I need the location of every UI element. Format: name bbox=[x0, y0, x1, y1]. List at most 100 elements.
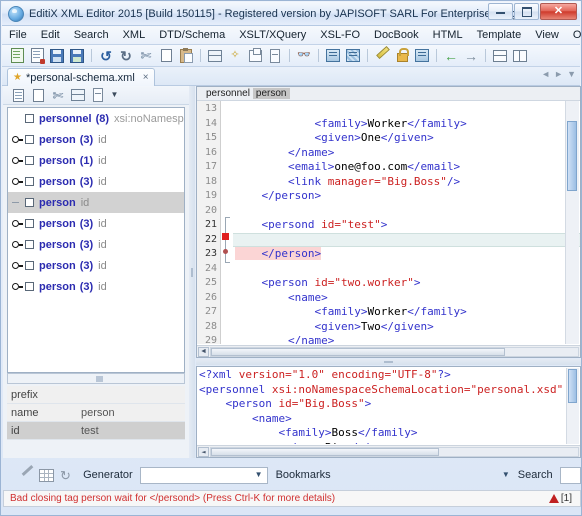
new-document-icon[interactable] bbox=[8, 47, 26, 65]
code-line[interactable]: <family>Worker</family> bbox=[233, 305, 580, 320]
xml-source-editor[interactable]: personnel person 13 14 15 16 17 18 19 20… bbox=[196, 86, 581, 358]
tab-close-icon[interactable]: × bbox=[143, 73, 149, 83]
tree-expand-handle[interactable] bbox=[12, 281, 23, 292]
tab-personal-schema-xml[interactable]: ★ *personal-schema.xml × bbox=[7, 68, 155, 86]
split-horizontal-icon[interactable] bbox=[491, 47, 509, 65]
error-marker-dot[interactable] bbox=[223, 249, 228, 254]
table-row[interactable]: name person bbox=[7, 404, 185, 422]
check-wellformed-icon[interactable] bbox=[206, 47, 224, 65]
tree-node-person[interactable]: person (3) id bbox=[8, 213, 184, 234]
tree-node-person[interactable]: person (3) id bbox=[8, 171, 184, 192]
template-icon[interactable] bbox=[413, 47, 431, 65]
code-line[interactable] bbox=[233, 262, 580, 277]
forward-arrow-icon[interactable]: → bbox=[462, 47, 480, 65]
attribute-value[interactable]: person bbox=[81, 407, 185, 419]
error-marker-square[interactable] bbox=[222, 233, 229, 240]
paste-node-icon[interactable] bbox=[69, 87, 87, 104]
horizontal-splitter[interactable] bbox=[196, 359, 581, 365]
menu-view[interactable]: View bbox=[528, 27, 566, 43]
menu-xml[interactable]: XML bbox=[116, 27, 153, 43]
undo-icon[interactable]: ↺ bbox=[97, 47, 115, 65]
split-vertical-icon[interactable] bbox=[511, 47, 529, 65]
scrollbar-track[interactable] bbox=[210, 347, 579, 357]
grid-view-icon[interactable] bbox=[344, 47, 362, 65]
maximize-button[interactable] bbox=[514, 3, 539, 20]
scrollbar-thumb[interactable] bbox=[567, 121, 577, 191]
pencil-icon[interactable] bbox=[17, 465, 36, 485]
search-input[interactable] bbox=[560, 467, 581, 484]
tab-scroll-right-icon[interactable]: ► bbox=[554, 70, 563, 79]
validate-icon[interactable]: ✧ bbox=[226, 47, 244, 65]
tree-expand-handle[interactable] bbox=[12, 218, 23, 229]
status-error-indicator[interactable]: [1] bbox=[549, 493, 572, 504]
pencil-icon[interactable] bbox=[373, 47, 391, 65]
tree-node-person[interactable]: person (3) id bbox=[8, 129, 184, 150]
code-line[interactable] bbox=[233, 102, 580, 117]
collapse-node-icon[interactable] bbox=[266, 47, 284, 65]
code-line[interactable] bbox=[233, 204, 580, 219]
preview-vertical-scrollbar[interactable] bbox=[566, 368, 579, 444]
code-line[interactable]: <family>Worker</family> bbox=[233, 117, 580, 132]
scroll-left-icon[interactable]: ◄ bbox=[198, 347, 209, 357]
menu-file[interactable]: File bbox=[2, 27, 34, 43]
lock-icon[interactable] bbox=[393, 47, 411, 65]
code-area[interactable]: 13 14 15 16 17 18 19 20 21 22 23 24 25 2… bbox=[197, 101, 580, 344]
menu-options[interactable]: Options bbox=[566, 27, 582, 43]
menu-template[interactable]: Template bbox=[470, 27, 529, 43]
code-line[interactable]: <given>One</given> bbox=[233, 131, 580, 146]
scrollbar-track[interactable] bbox=[210, 447, 579, 457]
refresh-icon[interactable]: ↻ bbox=[56, 465, 75, 485]
tree-expand-handle[interactable] bbox=[12, 134, 23, 145]
code-line-current[interactable] bbox=[233, 233, 580, 248]
back-arrow-icon[interactable]: ← bbox=[442, 47, 460, 65]
tree-expand-handle[interactable] bbox=[12, 239, 23, 250]
cut-node-icon[interactable]: ✄ bbox=[49, 87, 67, 104]
code-line[interactable]: <given>Two</given> bbox=[233, 320, 580, 335]
tab-scroll-left-icon[interactable]: ◄ bbox=[541, 70, 550, 79]
code-line[interactable]: </name> bbox=[233, 334, 580, 344]
breadcrumb-item-personnel[interactable]: personnel bbox=[203, 88, 253, 99]
save-icon[interactable] bbox=[48, 47, 66, 65]
menu-docbook[interactable]: DocBook bbox=[367, 27, 426, 43]
scrollbar-thumb[interactable] bbox=[568, 369, 577, 403]
tree-node-person[interactable]: person (3) id bbox=[8, 234, 184, 255]
code-line[interactable]: <person id="two.worker"> bbox=[233, 276, 580, 291]
node-options-icon[interactable]: chevron-down-icon bbox=[89, 87, 107, 104]
vertical-splitter[interactable] bbox=[189, 86, 195, 458]
copy-icon[interactable] bbox=[157, 47, 175, 65]
breadcrumb-item-person[interactable]: person bbox=[253, 88, 290, 99]
code-line[interactable]: <name> bbox=[233, 291, 580, 306]
cut-icon[interactable]: ✄ bbox=[137, 47, 155, 65]
menu-dtd-schema[interactable]: DTD/Schema bbox=[152, 27, 232, 43]
xml-preview-panel[interactable]: <?xml version="1.0" encoding="UTF-8"?> <… bbox=[196, 366, 581, 458]
preview-lines[interactable]: <?xml version="1.0" encoding="UTF-8"?> <… bbox=[197, 368, 567, 444]
close-button[interactable]: ✕ bbox=[540, 3, 577, 20]
xml-tree[interactable]: personnel (8) xsi:noNamespace... person … bbox=[7, 107, 185, 373]
scroll-left-icon[interactable]: ◄ bbox=[198, 447, 209, 457]
tree-dropdown-caret[interactable]: ▼ bbox=[109, 87, 119, 104]
tree-node-person[interactable]: person (3) id bbox=[8, 255, 184, 276]
table-row[interactable]: prefix bbox=[7, 386, 185, 404]
code-lines[interactable]: <family>Worker</family> <given>One</give… bbox=[233, 101, 580, 344]
code-line[interactable]: </name> bbox=[233, 146, 580, 161]
paste-icon[interactable] bbox=[177, 47, 195, 65]
scrollbar-thumb[interactable] bbox=[211, 348, 505, 356]
redo-icon[interactable]: ↻ bbox=[117, 47, 135, 65]
menu-xslt-xquery[interactable]: XSLT/XQuery bbox=[232, 27, 313, 43]
menu-html[interactable]: HTML bbox=[426, 27, 470, 43]
code-line[interactable]: <email>one@foo.com</email> bbox=[233, 160, 580, 175]
tree-node-person[interactable]: person (1) id bbox=[8, 150, 184, 171]
tree-node-person[interactable]: person (3) id bbox=[8, 276, 184, 297]
tree-handle[interactable] bbox=[12, 113, 23, 124]
minimize-button[interactable] bbox=[488, 3, 513, 20]
copy-node-icon[interactable] bbox=[29, 87, 47, 104]
tree-expand-handle[interactable] bbox=[12, 176, 23, 187]
new-node-icon[interactable] bbox=[9, 87, 27, 104]
preview-horizontal-scrollbar[interactable]: ◄ bbox=[197, 445, 580, 457]
binoculars-icon[interactable]: 👓 bbox=[295, 47, 313, 65]
xml-view-icon[interactable] bbox=[324, 47, 342, 65]
attribute-table[interactable]: prefix name person id test bbox=[7, 386, 185, 438]
editor-horizontal-scrollbar[interactable]: ◄ bbox=[197, 345, 580, 357]
code-line[interactable]: </person> bbox=[233, 189, 580, 204]
error-marker-column[interactable] bbox=[221, 101, 233, 344]
